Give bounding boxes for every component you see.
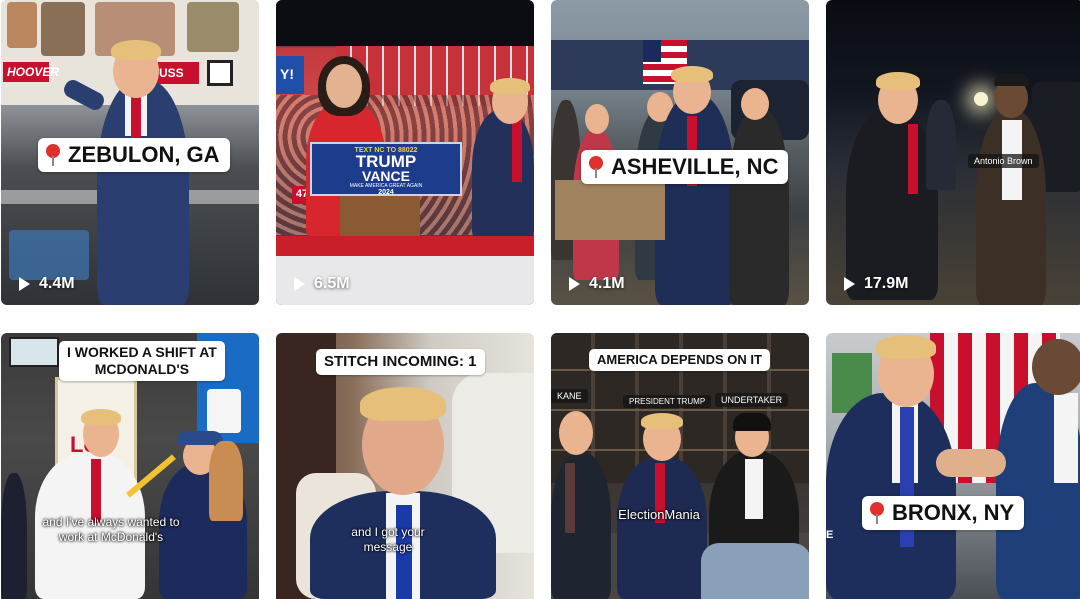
video-tile-3[interactable]: ASHEVILLE, NC 4.1M [551,0,809,305]
podium [555,180,665,240]
qr-code-icon [207,60,233,86]
screen [9,337,59,367]
play-icon [569,277,580,291]
video-tile-7[interactable]: AMERICA DEPENDS ON IT KANE PRESIDENT TRU… [551,333,809,599]
video-tile-8[interactable]: E BRONX, NY [826,333,1080,599]
name-tag: Antonio Brown [968,154,1039,168]
subtitle: and I got your message [351,525,425,554]
view-count: 4.4M [19,275,75,293]
view-count-text: 17.9M [864,275,909,292]
video-tile-4[interactable]: Antonio Brown 17.9M [826,0,1080,305]
play-icon [294,277,305,291]
podium-sign: TEXT NC TO 88022 TRUMP VANCE MAKE AMERIC… [310,142,462,196]
beanie [733,413,771,431]
video-tile-6[interactable]: STITCH INCOMING: 1 and I got your messag… [276,333,534,599]
location-text: ZEBULON, GA [68,142,220,167]
view-count: 4.1M [569,275,625,293]
caption-pill: I WORKED A SHIFT AT MCDONALD'S [59,341,225,381]
view-count-text: 4.4M [39,275,75,292]
truck-label-left: HOOVER [3,62,59,82]
jeans [701,543,809,599]
play-icon [844,277,855,291]
person-left [551,453,611,599]
podium [340,196,420,236]
handshake [936,449,1006,477]
location-pill: ZEBULON, GA [38,138,230,172]
video-grid: HOOVER USS ZEBULON, GA 4.4M Y! 47 TEXT N… [0,0,1080,599]
name-tag: PRESIDENT TRUMP [623,395,712,408]
view-count: 17.9M [844,275,908,293]
name-tag: UNDERTAKER [715,393,789,407]
video-tile-2[interactable]: Y! 47 TEXT NC TO 88022 TRUMP VANCE MAKE … [276,0,534,305]
person-suit [846,110,938,300]
location-pin-icon [870,502,884,524]
caption-pill: AMERICA DEPENDS ON IT [589,349,770,371]
video-tile-1[interactable]: HOOVER USS ZEBULON, GA 4.4M [1,0,259,305]
location-pill: BRONX, NY [862,496,1025,530]
caption-pill: STITCH INCOMING: 1 [316,349,485,375]
play-icon [19,277,30,291]
light [974,92,988,106]
accessible-parking-icon [9,230,89,280]
watermark: ElectionMania [618,507,700,522]
name-tag: KANE [551,389,588,403]
view-count-text: 6.5M [314,275,350,292]
location-pin-icon [46,144,60,166]
location-text: ASHEVILLE, NC [611,154,779,179]
location-pin-icon [589,156,603,178]
view-count: 6.5M [294,275,350,293]
view-count-text: 4.1M [589,275,625,292]
person-suit [472,110,534,240]
subtitle: and I've always wanted to work at McDona… [42,515,180,544]
location-pill: ASHEVILLE, NC [581,150,789,184]
location-text: BRONX, NY [892,500,1015,525]
video-tile-5[interactable]: Lo I WORKED A SHIFT AT MCDONALD'S and I'… [1,333,259,599]
